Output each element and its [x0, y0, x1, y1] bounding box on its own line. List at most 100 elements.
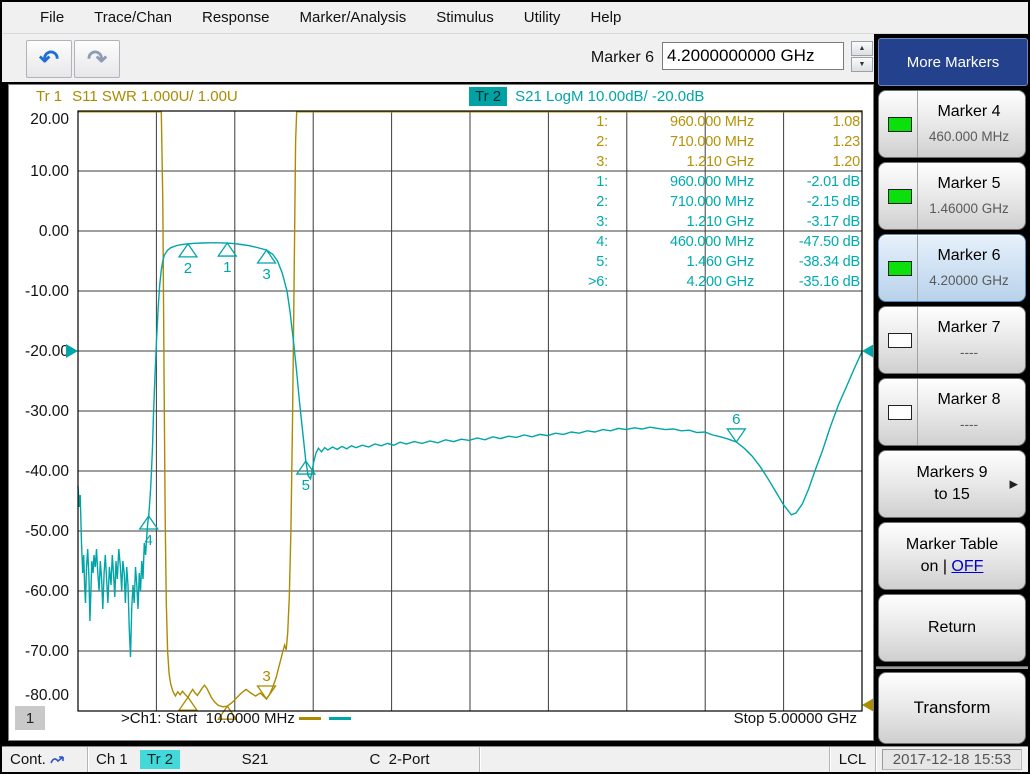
calibration-indicator: C 2-Port	[320, 747, 480, 772]
toggle-on-text: on	[921, 558, 939, 575]
channel-label: Ch 1	[96, 751, 128, 768]
marker-off-led-icon	[888, 405, 912, 420]
readout-row: 1:960.000 MHz-2.01 dB	[574, 172, 860, 192]
y-axis-tick: -40.00	[25, 463, 69, 480]
stepper-down-button[interactable]: ▼	[851, 57, 873, 72]
marker-8-value: ----	[919, 417, 1019, 432]
marker-table-label: Marker Table	[906, 534, 998, 556]
marker-6-button[interactable]: Marker 6 4.20000 GHz	[878, 234, 1026, 302]
tr1-format: S11 SWR 1.000U/ 1.00U	[72, 88, 238, 105]
marker-4-label: Marker 4	[919, 103, 1019, 121]
marker-7-button[interactable]: Marker 7 ----	[878, 306, 1026, 374]
marker-on-led-icon	[888, 117, 912, 132]
marker-off-led-icon	[888, 333, 912, 348]
readout-row: 2:710.000 MHz1.23	[574, 132, 860, 152]
marker-table-toggle: on | OFF	[921, 556, 984, 578]
y-axis-tick: -20.00	[25, 343, 69, 360]
led-zone	[879, 307, 918, 373]
active-trace-indicator: Tr 2	[134, 747, 190, 772]
marker-7-value: ----	[919, 345, 1019, 360]
stimulus-start: >Ch1: Start 10.0000 MHz	[121, 710, 355, 727]
led-zone	[879, 235, 918, 301]
marker-6-value: 4.20000 GHz	[919, 273, 1019, 288]
network-analyzer-screen: File Trace/Chan Response Marker/Analysis…	[0, 0, 1030, 774]
marker-frequency: 1.210 GHz	[608, 212, 754, 232]
marker-value: -3.17 dB	[754, 212, 860, 232]
menu-file[interactable]: File	[40, 9, 64, 26]
menu-response[interactable]: Response	[202, 9, 270, 26]
y-axis-tick: -80.00	[25, 687, 69, 704]
measurement-indicator: S21	[190, 747, 320, 772]
more-markers-button[interactable]: More Markers	[878, 38, 1028, 86]
toolbar: ↶ ↷ Marker 6 ▲ ▼	[2, 34, 874, 82]
y-axis-tick: -30.00	[25, 403, 69, 420]
marker-value: -2.01 dB	[754, 172, 860, 192]
stimulus-stop: Stop 5.00000 GHz	[734, 710, 857, 727]
marker-index: 4:	[574, 232, 608, 252]
trace-status-line: Tr 1 S11 SWR 1.000U/ 1.00U Tr 2S21 LogM 1…	[9, 88, 873, 110]
readout-row: 4:460.000 MHz-47.50 dB	[574, 232, 860, 252]
menu-stimulus[interactable]: Stimulus	[436, 9, 494, 26]
marker-1-label: 1	[223, 259, 231, 276]
tr1-name: Tr 1	[36, 88, 62, 105]
menu-bar: File Trace/Chan Response Marker/Analysis…	[2, 2, 1028, 34]
marker-1-symbol[interactable]	[218, 243, 236, 256]
lcl-label: LCL	[839, 751, 867, 768]
y-axis-tick: -60.00	[25, 583, 69, 600]
toggle-off-text[interactable]: OFF	[951, 558, 983, 575]
return-button[interactable]: Return	[878, 594, 1026, 662]
marker-frequency-input[interactable]	[662, 42, 844, 70]
menu-marker-analysis[interactable]: Marker/Analysis	[300, 9, 407, 26]
marker-value: -38.34 dB	[754, 252, 860, 272]
y-axis-tick: -50.00	[25, 523, 69, 540]
marker-value: 1.20	[754, 152, 860, 172]
marker-3-symbol[interactable]	[258, 250, 276, 263]
marker-4-button[interactable]: Marker 4 460.000 MHz	[878, 90, 1026, 158]
tr1-status[interactable]: Tr 1 S11 SWR 1.000U/ 1.00U	[36, 88, 238, 105]
marker-5-button[interactable]: Marker 5 1.46000 GHz	[878, 162, 1026, 230]
sidebar-divider	[876, 666, 1028, 669]
statusbar-spacer	[480, 747, 830, 772]
marker-value: -35.16 dB	[754, 272, 860, 292]
marker-frequency: 960.000 MHz	[608, 172, 754, 192]
marker-2-symbol[interactable]	[179, 244, 197, 257]
transform-button[interactable]: Transform	[878, 672, 1026, 744]
marker-2-symbol[interactable]	[179, 697, 197, 710]
active-trace-badge: Tr 2	[140, 750, 180, 769]
tr2-legend-dash-icon	[329, 717, 351, 720]
markers-9-15-line2: to 15	[934, 484, 970, 506]
submenu-arrow-icon: ▶	[1010, 478, 1018, 491]
marker-value: 1.08	[754, 112, 860, 132]
redo-button[interactable]: ↷	[74, 40, 120, 78]
continuous-sweep-label: Cont.	[10, 751, 46, 768]
marker-frequency: 1.210 GHz	[608, 152, 754, 172]
menu-utility[interactable]: Utility	[524, 9, 561, 26]
y-axis-tick: -70.00	[25, 643, 69, 660]
channel-indicator: Ch 1	[88, 747, 134, 772]
marker-value: -47.50 dB	[754, 232, 860, 252]
marker-on-led-icon	[888, 261, 912, 276]
marker-frequency-stepper: ▲ ▼	[851, 41, 873, 72]
marker-8-button[interactable]: Marker 8 ----	[878, 378, 1026, 446]
readout-row: 2:710.000 MHz-2.15 dB	[574, 192, 860, 212]
measurement-label: S21	[242, 751, 269, 768]
marker-3-label: 3	[262, 266, 270, 283]
sweep-status: Cont.	[2, 747, 88, 772]
led-zone	[879, 379, 918, 445]
tr2-status[interactable]: Tr 2S21 LogM 10.00dB/ -20.0dB	[469, 88, 704, 105]
marker-index: >6:	[574, 272, 608, 292]
undo-button[interactable]: ↶	[26, 40, 72, 78]
transform-label: Transform	[914, 697, 991, 719]
menu-help[interactable]: Help	[590, 9, 621, 26]
marker-table-button[interactable]: Marker Tableon | OFF	[878, 522, 1026, 590]
y-axis-tick: 20.00	[30, 111, 69, 128]
marker-index: 2:	[574, 192, 608, 212]
stepper-up-button[interactable]: ▲	[851, 41, 873, 56]
marker-7-label: Marker 7	[919, 319, 1019, 337]
markers-9-to-15-button[interactable]: Markers 9to 15 ▶	[878, 450, 1026, 518]
marker-4-value: 460.000 MHz	[919, 129, 1019, 144]
marker-frequency: 460.000 MHz	[608, 232, 754, 252]
marker-index: 2:	[574, 132, 608, 152]
menu-trace-chan[interactable]: Trace/Chan	[94, 9, 172, 26]
tr2-format: S21 LogM 10.00dB/ -20.0dB	[515, 88, 704, 105]
